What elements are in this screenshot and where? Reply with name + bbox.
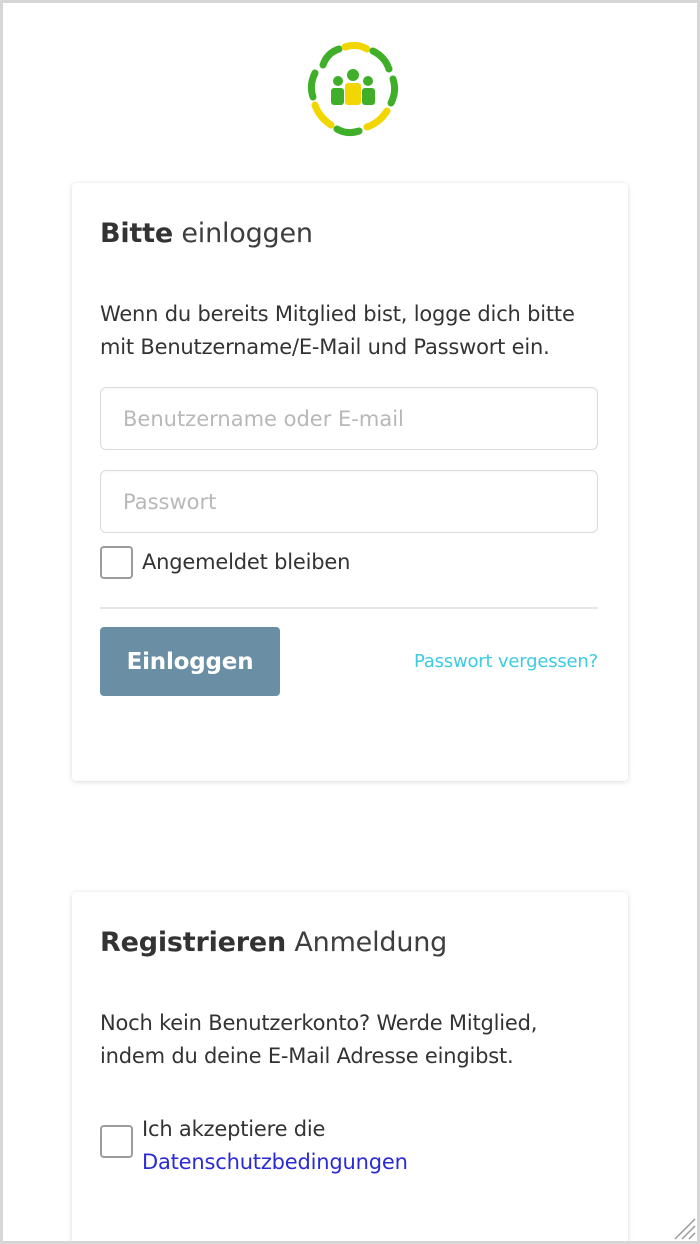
register-title-rest: Anmeldung	[286, 927, 448, 958]
privacy-accept-label[interactable]: Ich akzeptiere die	[142, 1117, 325, 1141]
login-intro-text: Wenn du bereits Mitglied bist, logge dic…	[100, 302, 575, 359]
remember-me-checkbox[interactable]	[100, 545, 133, 579]
remember-me-row[interactable]: Angemeldet bleiben	[100, 543, 600, 581]
forgot-password-link[interactable]: Passwort vergessen?	[414, 651, 598, 672]
register-title: Registrieren Anmeldung	[100, 892, 600, 961]
login-title-rest: einloggen	[172, 218, 313, 249]
login-actions: Einloggen Passwort vergessen?	[100, 627, 598, 696]
privacy-accept-checkbox[interactable]	[100, 1125, 133, 1158]
community-logo-icon	[305, 41, 401, 137]
register-card: Registrieren Anmeldung Noch kein Benutze…	[72, 892, 628, 1241]
privacy-policy-link[interactable]: Datenschutzbedingungen	[142, 1150, 408, 1174]
password-input[interactable]	[100, 470, 598, 533]
login-title: Bitte einloggen	[100, 183, 600, 252]
divider	[100, 607, 598, 609]
login-card: Bitte einloggen Wenn du bereits Mitglied…	[72, 183, 628, 781]
remember-me-label[interactable]: Angemeldet bleiben	[142, 550, 350, 574]
privacy-accept-text: Ich akzeptiere die Datenschutzbedingunge…	[142, 1113, 408, 1179]
login-button[interactable]: Einloggen	[100, 627, 280, 696]
username-input[interactable]	[100, 387, 598, 450]
register-title-bold: Registrieren	[100, 927, 286, 958]
privacy-accept-row: Ich akzeptiere die Datenschutzbedingunge…	[100, 1113, 600, 1179]
register-intro-text: Noch kein Benutzerkonto? Werde Mitglied,…	[100, 1011, 538, 1068]
resize-handle-icon[interactable]	[667, 1211, 697, 1241]
page-frame: Bitte einloggen Wenn du bereits Mitglied…	[3, 3, 697, 1241]
login-title-bold: Bitte	[100, 218, 173, 249]
